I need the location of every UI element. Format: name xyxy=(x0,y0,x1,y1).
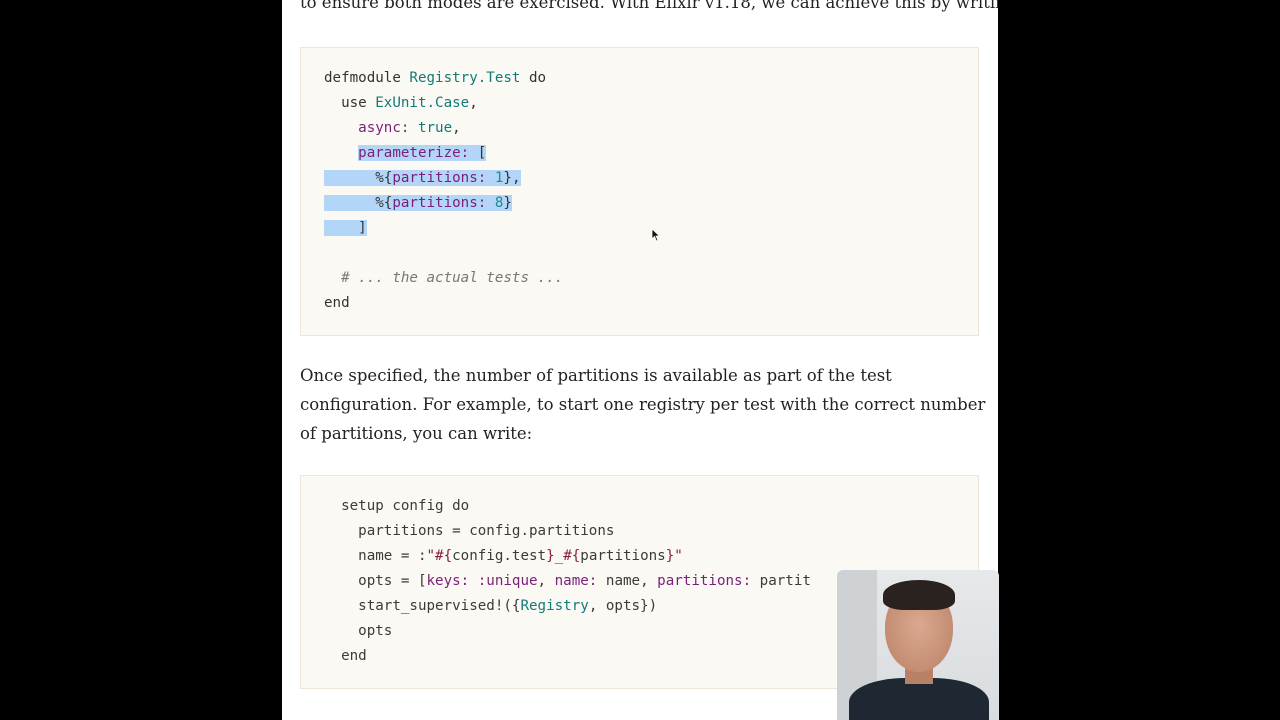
code-punct: }, xyxy=(503,170,521,186)
code-punct: } xyxy=(503,195,512,211)
code-punct: , xyxy=(452,120,461,136)
code-keyword: end xyxy=(324,295,350,311)
code-boolean: true xyxy=(417,120,453,136)
code-atom: partitions: xyxy=(657,573,752,589)
code-line-8: # ... the actual tests ... xyxy=(324,266,563,291)
code-atom: partitions: xyxy=(392,195,487,211)
code-punct: %{ xyxy=(324,195,393,211)
code-comment: # ... the actual tests ... xyxy=(324,270,564,286)
code-line-1: defmodule Registry.Test do xyxy=(324,66,546,91)
code-line-5: %{partitions: 1}, xyxy=(324,166,521,191)
code-punct: %{ xyxy=(324,170,393,186)
code-line-2: use ExUnit.Case, xyxy=(324,91,478,116)
code-module: Registry xyxy=(520,598,589,614)
code-punct: ] xyxy=(324,220,367,236)
code-line-3: async: true, xyxy=(324,116,461,141)
code-punct: [ xyxy=(469,145,487,161)
code-keyword: defmodule xyxy=(324,70,410,86)
code-line-4: opts = [keys: :unique, name: name, parti… xyxy=(324,569,811,594)
code-line-7: ] xyxy=(324,216,367,241)
code-line-9: end xyxy=(324,291,350,316)
webcam-presenter-body xyxy=(849,678,989,720)
code-line-1: setup config do xyxy=(324,498,470,514)
code-text: partitions xyxy=(580,548,666,564)
code-atom: async: xyxy=(358,120,410,136)
code-atom: name: xyxy=(554,573,598,589)
code-text: start_supervised!({ xyxy=(324,598,521,614)
code-text: name = : xyxy=(324,548,427,564)
intro-text: to ensure both modes are exercised. With… xyxy=(300,0,998,12)
code-text: partit xyxy=(751,573,811,589)
code-line-3: name = :"#{config.test}_#{partitions}" xyxy=(324,544,683,569)
code-line-7: end xyxy=(324,648,367,664)
code-module: ExUnit.Case xyxy=(375,95,470,111)
mouse-pointer-icon xyxy=(651,228,661,242)
code-module: Registry.Test xyxy=(409,70,521,86)
code-line-5: start_supervised!({Registry, opts}) xyxy=(324,594,657,619)
code-atom: keys: :unique xyxy=(426,573,538,589)
code-line-6: %{partitions: 8} xyxy=(324,191,512,216)
code-interpolation: #{ xyxy=(435,548,453,564)
code-text: name, xyxy=(597,573,658,589)
code-block-registry-test: defmodule Registry.Test do use ExUnit.Ca… xyxy=(300,47,979,336)
body-paragraph: Once specified, the number of partitions… xyxy=(300,366,986,443)
webcam-presenter-hair xyxy=(883,580,955,610)
code-interpolation: }_#{ xyxy=(546,548,581,564)
code-keyword: use xyxy=(324,95,376,111)
code-line-4: parameterize: [ xyxy=(324,141,487,166)
code-interpolation: } xyxy=(665,548,675,564)
code-string: " xyxy=(674,548,683,564)
code-keyword: do xyxy=(520,70,547,86)
code-text: , xyxy=(537,573,555,589)
code-text: opts = [ xyxy=(324,573,427,589)
code-atom: parameterize: xyxy=(358,145,470,161)
code-string: " xyxy=(426,548,436,564)
code-atom: partitions: xyxy=(392,170,487,186)
code-line-6: opts xyxy=(324,623,393,639)
code-line-2: partitions = config.partitions xyxy=(324,523,615,539)
code-text: , opts}) xyxy=(588,598,658,614)
code-punct: , xyxy=(469,95,478,111)
code-text: config.test xyxy=(452,548,547,564)
webcam-overlay xyxy=(837,570,999,720)
